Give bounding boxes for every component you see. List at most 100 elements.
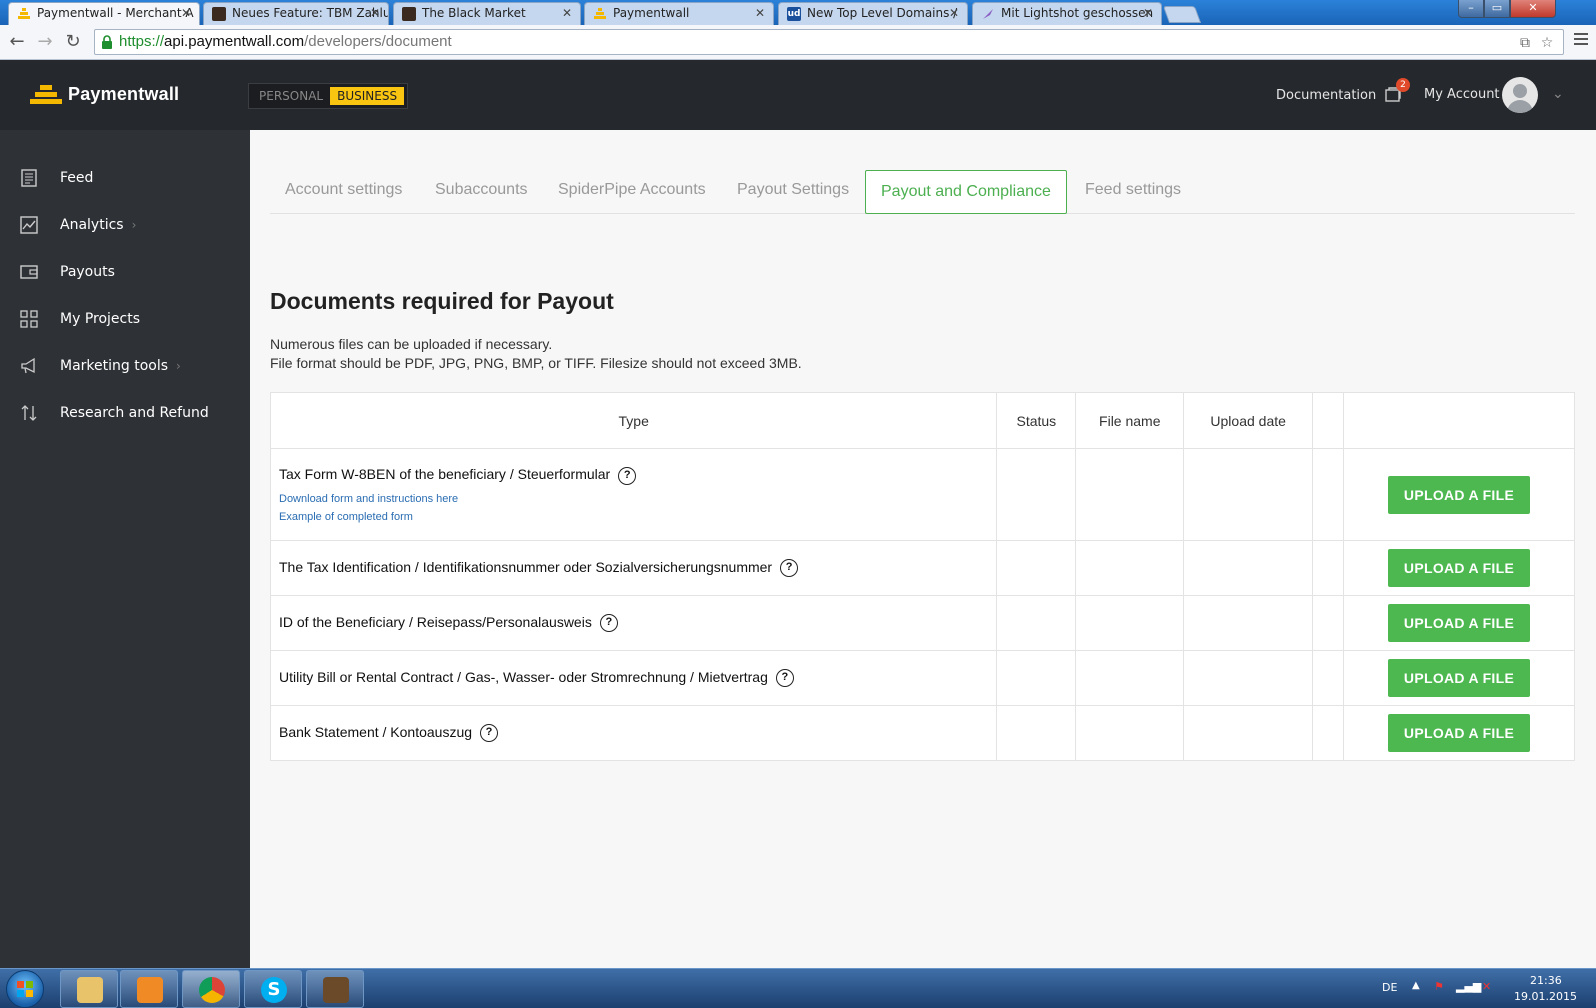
help-question-icon[interactable]: ? (780, 559, 799, 578)
file-name-cell (1075, 650, 1185, 706)
taskbar-explorer[interactable] (60, 970, 118, 1008)
analytics-icon (20, 216, 38, 234)
my-account-link[interactable]: My Account (1424, 87, 1500, 102)
tab-feed-settings[interactable]: Feed settings (1085, 170, 1181, 214)
minimize-window-button[interactable]: – (1458, 0, 1484, 18)
sidebar-item-analytics[interactable]: Analytics › (0, 205, 250, 245)
tray-expand-icon[interactable]: ▲ (1412, 980, 1420, 991)
maximize-window-button[interactable]: ▭ (1484, 0, 1510, 18)
grid-icon (20, 310, 38, 328)
browser-tab-tbm[interactable]: Neues Feature: TBM Zahlu ✕ (203, 2, 389, 25)
browser-toolbar: ← → ↻ https://api.paymentwall.com/develo… (0, 25, 1596, 60)
help-question-icon[interactable]: ? (775, 669, 794, 688)
action-cell: UPLOAD A FILE (1343, 448, 1575, 541)
sidebar-item-label: Marketing tools (60, 358, 169, 374)
notifications-button[interactable]: 2 (1384, 78, 1410, 104)
network-icon[interactable]: ▂▄▆ (1456, 980, 1481, 993)
sidebar-item-research-refund[interactable]: Research and Refund (0, 393, 250, 433)
address-bar[interactable]: https://api.paymentwall.com/developers/d… (94, 29, 1564, 55)
taskbar-chrome[interactable] (182, 970, 240, 1008)
upload-file-button[interactable]: UPLOAD A FILE (1388, 714, 1531, 752)
lock-icon (101, 35, 113, 49)
tab-payout-and-compliance[interactable]: Payout and Compliance (865, 170, 1067, 214)
browser-tab-paymentwall[interactable]: Paymentwall ✕ (584, 2, 774, 25)
help-question-icon[interactable]: ? (480, 724, 499, 743)
tab-spiderpipe-accounts[interactable]: SpiderPipe Accounts (558, 170, 706, 214)
sidebar-item-my-projects[interactable]: My Projects (0, 299, 250, 339)
taskbar-minecraft[interactable] (306, 970, 364, 1008)
upload-date-cell (1183, 448, 1314, 541)
mode-business[interactable]: BUSINESS (330, 87, 405, 105)
browser-menu-icon[interactable] (1574, 33, 1588, 51)
reload-icon[interactable]: ↻ (62, 31, 84, 53)
close-tab-icon[interactable]: ✕ (949, 3, 959, 24)
new-tab-button[interactable] (1162, 6, 1202, 23)
file-name-cell (1075, 705, 1185, 761)
sidebar-item-feed[interactable]: Feed (0, 158, 250, 198)
help-question-icon[interactable]: ? (599, 614, 618, 633)
upload-file-button[interactable]: UPLOAD A FILE (1388, 604, 1531, 642)
close-tab-icon[interactable]: ✕ (370, 3, 380, 24)
close-tab-icon[interactable]: ✕ (562, 3, 572, 24)
chrome-icon (199, 977, 225, 1003)
sidebar-item-marketing-tools[interactable]: Marketing tools › (0, 346, 250, 386)
clock-date[interactable]: 19.01.2015 (1514, 990, 1577, 1003)
document-type-label: The Tax Identification / Identifikations… (279, 558, 773, 575)
sidebar-item-payouts[interactable]: Payouts (0, 252, 250, 292)
account-mode-switch[interactable]: PERSONAL BUSINESS (248, 83, 409, 109)
upload-file-button[interactable]: UPLOAD A FILE (1388, 475, 1531, 514)
ud-favicon: ud (787, 7, 801, 21)
page-description: Numerous files can be uploaded if necess… (270, 335, 802, 373)
sidebar-item-label: My Projects (60, 311, 141, 327)
clock-time[interactable]: 21:36 (1530, 974, 1562, 987)
example-form-link[interactable]: Example of completed form (279, 511, 996, 523)
status-cell (996, 705, 1077, 761)
feather-favicon (981, 7, 995, 21)
paymentwall-favicon (17, 7, 31, 21)
avatar[interactable] (1502, 77, 1538, 113)
bookmark-star-icon[interactable]: ☆ (1539, 35, 1555, 51)
translate-icon[interactable]: ⧉ (1517, 35, 1533, 51)
upload-file-button[interactable]: UPLOAD A FILE (1388, 549, 1531, 587)
close-window-button[interactable]: ✕ (1510, 0, 1556, 18)
column-header-upload-date: Upload date (1183, 392, 1314, 449)
table-row: Bank Statement / Kontoauszug? UPLOAD A F… (269, 705, 1575, 761)
chevron-down-icon[interactable]: ⌄ (1552, 86, 1564, 102)
action-center-icon[interactable]: ⚑ (1434, 980, 1444, 993)
volume-muted-icon[interactable]: ✕ (1482, 980, 1491, 993)
paymentwall-logo[interactable]: Paymentwall (30, 84, 179, 105)
browser-tab-title: The Black Market (422, 6, 526, 20)
file-name-cell (1075, 448, 1185, 541)
documentation-link[interactable]: Documentation (1276, 88, 1376, 103)
upload-date-cell (1183, 650, 1314, 706)
mode-personal[interactable]: PERSONAL (252, 87, 330, 105)
forward-arrow-icon[interactable]: → (34, 31, 56, 53)
language-indicator[interactable]: DE (1382, 981, 1397, 994)
column-header-actions (1343, 392, 1575, 449)
extra-cell (1312, 650, 1345, 706)
tab-account-settings[interactable]: Account settings (285, 170, 402, 214)
action-cell: UPLOAD A FILE (1343, 705, 1575, 761)
browser-tab-paymentwall-merchant[interactable]: Paymentwall - Merchant A ✕ (8, 2, 200, 25)
paymentwall-logo-icon (30, 84, 62, 105)
help-question-icon[interactable]: ? (618, 466, 637, 485)
column-header-file-name: File name (1075, 392, 1185, 449)
close-tab-icon[interactable]: ✕ (1143, 3, 1153, 24)
file-name-cell (1075, 595, 1185, 651)
back-arrow-icon[interactable]: ← (6, 31, 28, 53)
download-form-link[interactable]: Download form and instructions here (279, 493, 996, 505)
browser-tab-lightshot[interactable]: Mit Lightshot geschossen ✕ (972, 2, 1162, 25)
chevron-right-icon: › (176, 359, 181, 373)
upload-file-button[interactable]: UPLOAD A FILE (1388, 659, 1531, 697)
taskbar-media-player[interactable] (120, 970, 178, 1008)
windows-start-button[interactable] (6, 970, 44, 1008)
tab-subaccounts[interactable]: Subaccounts (435, 170, 528, 214)
browser-tab-black-market[interactable]: The Black Market ✕ (393, 2, 581, 25)
close-tab-icon[interactable]: ✕ (181, 3, 191, 24)
browser-tab-tld[interactable]: ud New Top Level Domains / ✕ (778, 2, 968, 25)
windows-logo-icon (17, 981, 33, 997)
taskbar-skype[interactable]: S (244, 970, 302, 1008)
tab-payout-settings[interactable]: Payout Settings (737, 170, 849, 214)
chevron-right-icon: › (131, 218, 137, 232)
close-tab-icon[interactable]: ✕ (755, 3, 765, 24)
